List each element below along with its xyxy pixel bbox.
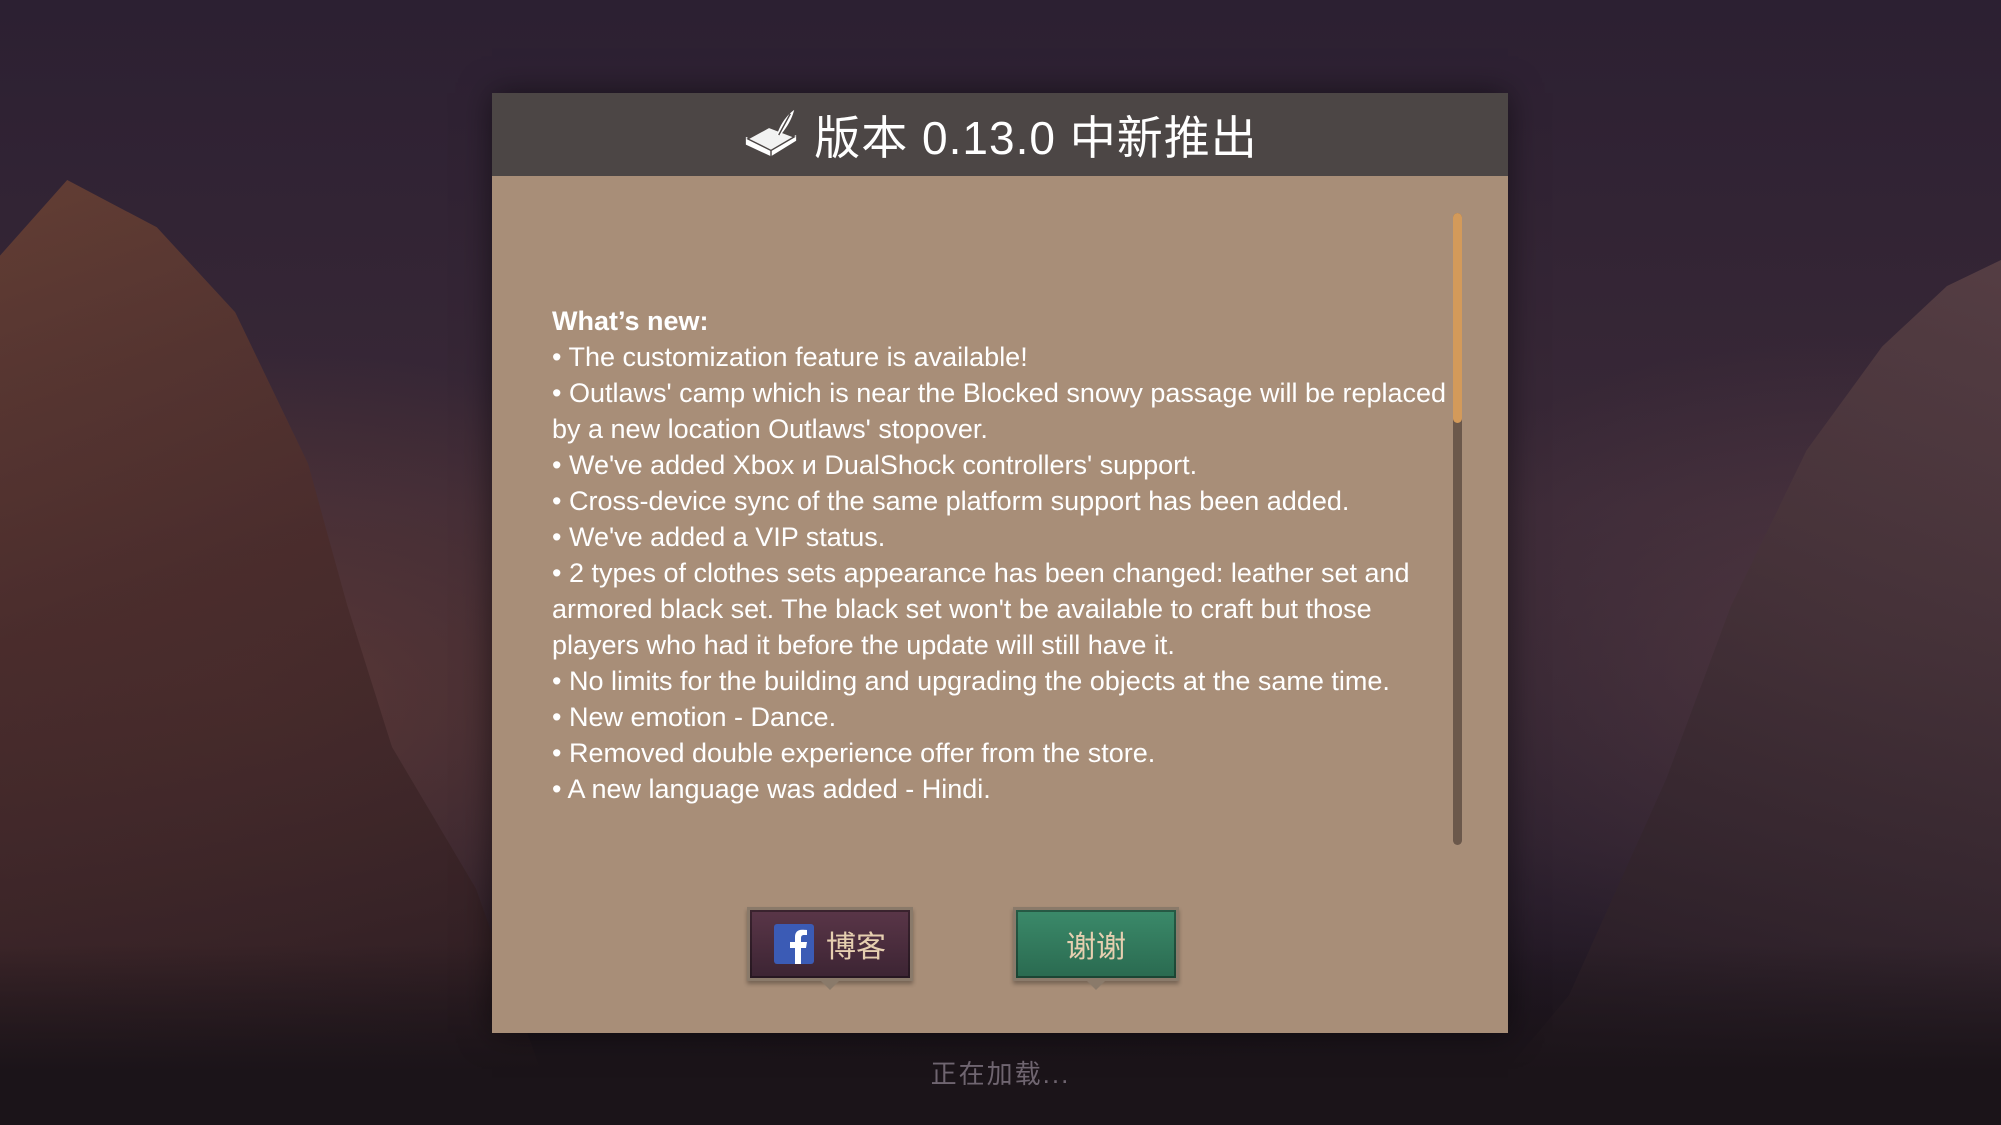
changelog-item: • Cross-device sync of the same platform…	[552, 486, 1350, 516]
button-notch	[1086, 980, 1106, 990]
changelog-item: • A new language was added - Hindi.	[552, 774, 991, 804]
blog-button[interactable]: 博客	[747, 907, 913, 990]
book-quill-icon	[746, 109, 797, 156]
loading-text: 正在加载...	[930, 1059, 1071, 1089]
changelog-text: What’s new: • The customization feature …	[552, 303, 1452, 807]
blog-button-label: 博客	[826, 931, 886, 964]
scrollbar[interactable]	[1453, 213, 1462, 845]
changelog-item: • The customization feature is available…	[552, 342, 1028, 372]
changelog-item: • Outlaws' camp which is near the Blocke…	[552, 378, 1447, 444]
dialog-title: 版本 0.13.0 中新推出	[814, 111, 1258, 164]
changelog-item: • New emotion - Dance.	[552, 702, 837, 732]
changelog-item: • We've added Xbox и DualShock controlle…	[552, 450, 1198, 480]
changelog-item: • We've added a VIP status.	[552, 522, 886, 552]
facebook-icon	[774, 924, 814, 964]
dialog-header: 版本 0.13.0 中新推出	[492, 93, 1508, 176]
thanks-button[interactable]: 谢谢	[1013, 907, 1179, 990]
thanks-button-label: 谢谢	[1066, 931, 1126, 964]
changelog-heading: What’s new:	[552, 306, 709, 336]
changelog-item: • No limits for the building and upgradi…	[552, 666, 1390, 696]
whats-new-dialog: 版本 0.13.0 中新推出 What’s new: • The customi…	[492, 93, 1508, 1033]
scrollbar-thumb[interactable]	[1453, 213, 1462, 423]
button-notch	[820, 980, 840, 990]
changelog-item: • Removed double experience offer from t…	[552, 738, 1156, 768]
changelog-item: • 2 types of clothes sets appearance has…	[552, 558, 1410, 660]
